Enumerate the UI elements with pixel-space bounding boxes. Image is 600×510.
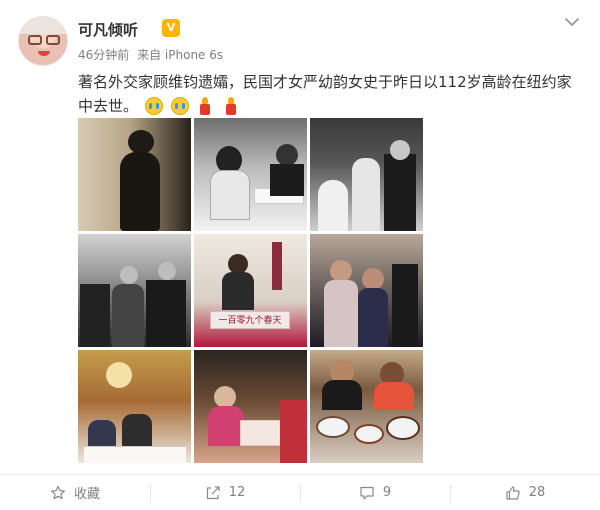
photo-dinner-table[interactable] [194, 350, 307, 463]
photo-dishes[interactable] [310, 350, 423, 463]
avatar-glasses-right [46, 35, 60, 45]
chevron-down-icon[interactable] [564, 14, 580, 30]
weibo-post-card: 可凡倾听 V 46分钟前 来自 iPhone 6s 著名外交家顾维钧遗孀，民国才… [0, 0, 600, 510]
post-meta: 46分钟前 来自 iPhone 6s [78, 46, 227, 63]
avatar-hair [19, 17, 67, 34]
like-count: 28 [528, 485, 546, 500]
avatar[interactable] [18, 16, 68, 66]
photo-book-cover[interactable]: 一百零九个春天 [194, 234, 307, 347]
username[interactable]: 可凡倾听 [78, 19, 138, 40]
repost-count: 12 [228, 485, 246, 500]
photo-grid: 一百零九个春天 [78, 118, 423, 463]
post-source: 来自 iPhone 6s [137, 48, 224, 62]
vip-badge-icon[interactable]: V [162, 19, 180, 37]
emoji-row [144, 95, 243, 119]
repost-icon [206, 485, 220, 499]
comment-count: 9 [382, 485, 392, 500]
like-button[interactable]: 28 [450, 475, 600, 510]
avatar-mouth [38, 51, 50, 56]
candle-icon [222, 96, 240, 115]
avatar-glasses-left [28, 35, 42, 45]
photo-group-bw[interactable] [78, 234, 191, 347]
book-spine-text [272, 242, 282, 290]
photo-lady-qipao[interactable] [78, 118, 191, 231]
photo-banquet-bw[interactable] [194, 118, 307, 231]
repost-button[interactable]: 12 [150, 475, 300, 510]
photo-toast-color[interactable] [310, 234, 423, 347]
photo-party-room[interactable] [78, 350, 191, 463]
favorite-button[interactable]: 收藏 [0, 475, 150, 510]
action-bar: 收藏 12 9 28 [0, 474, 600, 510]
favorite-label: 收藏 [73, 487, 100, 502]
photo-wedding-bw[interactable] [310, 118, 423, 231]
post-time[interactable]: 46分钟前 [78, 48, 129, 62]
thumbs-up-icon [506, 485, 520, 500]
cry-face-icon [170, 96, 189, 115]
post-text: 著名外交家顾维钧遗孀，民国才女严幼韵女史于昨日以112岁高龄在纽约家中去世。 [78, 70, 578, 119]
comment-button[interactable]: 9 [300, 475, 450, 510]
candle-icon [196, 96, 214, 115]
star-icon [50, 485, 65, 499]
book-title: 一百零九个春天 [210, 311, 290, 329]
comment-icon [360, 486, 374, 500]
cry-face-icon [144, 96, 163, 115]
